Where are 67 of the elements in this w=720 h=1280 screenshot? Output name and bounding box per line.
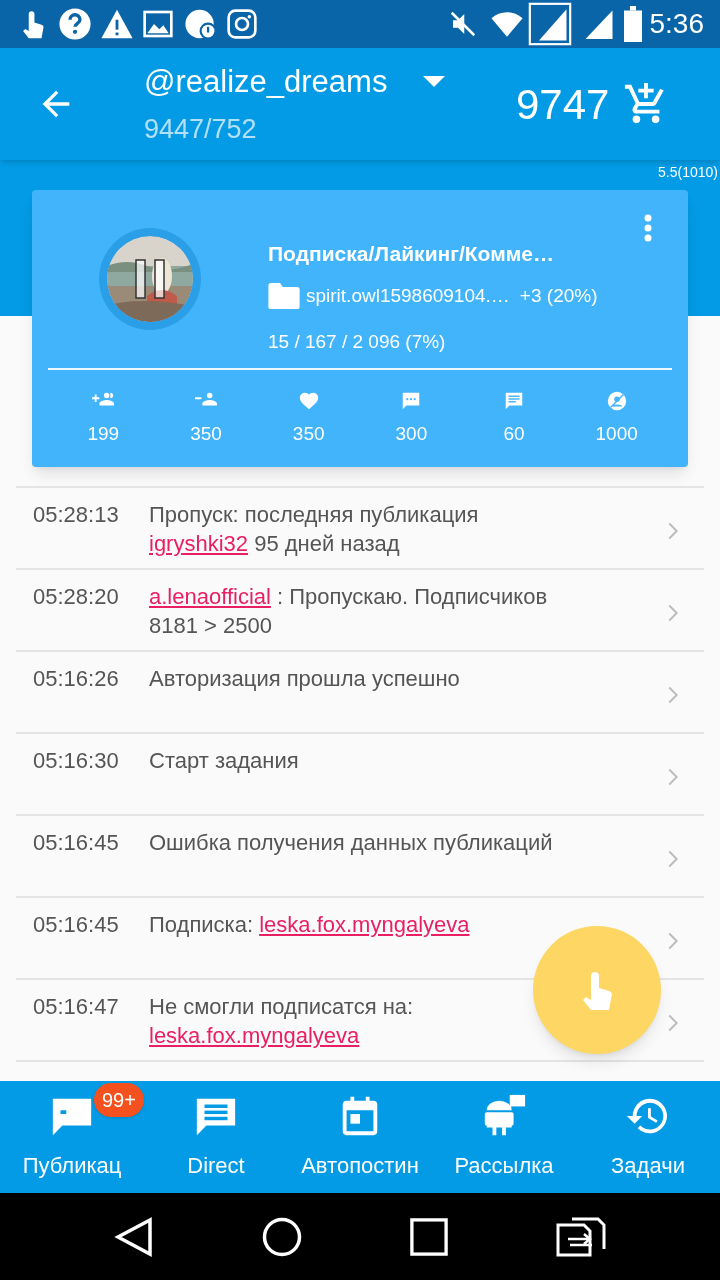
gain-label: +3 (20%) [519,283,598,308]
home-icon[interactable] [262,1216,302,1257]
stat-value: 350 [292,422,325,446]
log-time: 05:16:45 [33,829,120,857]
chevron-icon [668,522,678,540]
log-time: 05:28:13 [33,501,120,529]
log-row[interactable]: 05:16:26 Авторизация прошла успешно [16,650,704,732]
log-row[interactable]: 05:16:30 Старт задания [16,732,704,814]
dropdown-icon[interactable] [423,76,446,88]
task-title: Подписка/Лайкинг/Комме… [268,241,555,267]
log-message: Старт задания [149,747,300,775]
version-label: 5.5(1010) [658,163,718,182]
log-message: Подписка: leska.fox.myngalyeva [149,911,471,939]
help-icon [58,7,92,41]
chevron-icon [668,850,678,868]
source-account: spirit.owl1598609104.… [306,283,510,308]
alert-badge-icon [184,7,218,41]
balance: 9747 [516,79,610,130]
nav-tab[interactable]: Рассылка [432,1081,576,1193]
log-time: 05:28:20 [33,583,120,611]
switch-icon[interactable] [556,1216,606,1257]
camera-icon [226,8,258,40]
log-row[interactable]: 05:28:20 a.lenaofficial : Пропускаю. Подписчиков 8181 > 2500 [16,568,704,650]
more-icon[interactable] [644,214,652,242]
log-time: 05:16:30 [33,747,120,775]
log-message: a.lenaofficial : Пропускаю. Подписчиков 8181 > 2500 [149,583,549,640]
account-name[interactable]: @realize_dreams [144,58,388,105]
nav-tab[interactable]: Публикац 99+ [0,1081,144,1193]
log-time: 05:16:47 [33,993,120,1021]
task-card[interactable]: Подписка/Лайкинг/Комме… spirit.owl1598609104.… +3 (20%) 15 / 167 / 2 096 (7%) 199 350 350 300 60 1000 [32,190,688,467]
notification-badge: 99+ [94,1083,144,1117]
log-message: Пропуск: последняя публикация igryshki32 95 дней назад [149,501,480,558]
user-link[interactable]: leska.fox.myngalyeva [149,1023,360,1048]
log-message: Ошибка получения данных публикаций [149,829,554,857]
stat-value: 199 [87,422,120,446]
person-blocked-icon [605,390,628,412]
signal-icon [527,2,572,46]
heart-icon [297,390,320,412]
account-counts: 9447/752 [144,113,258,146]
log-row[interactable]: 05:16:45 Ошибка получения данных публикаций [16,814,704,896]
stat-value: 350 [190,422,222,446]
chevron-icon [668,686,678,704]
status-time: 5:36 [649,7,704,41]
user-link[interactable]: a.lenaofficial [149,584,271,609]
log-message: Авторизация прошла успешно [149,665,461,693]
user-link[interactable]: leska.fox.myngalyeva [259,912,470,937]
pause-icon[interactable] [135,259,165,299]
nav-tab[interactable]: Direct [144,1081,288,1193]
image-icon [142,8,174,40]
folder-icon [268,282,300,309]
progress-label: 15 / 167 / 2 096 (7%) [268,330,447,354]
chevron-icon [668,1014,678,1032]
stat-value: 60 [503,422,525,446]
log-time: 05:16:26 [33,665,120,693]
chevron-icon [668,932,678,950]
recents-icon[interactable] [410,1217,448,1256]
stat-value: 300 [395,422,428,446]
user-link[interactable]: igryshki32 [149,531,249,556]
stat-value: 1000 [595,422,638,446]
chevron-icon [668,604,678,622]
back-icon[interactable] [114,1216,154,1257]
log-time: 05:16:45 [33,911,120,939]
log-row[interactable]: 05:28:13 Пропуск: последняя публикация igryshki32 95 дней назад [16,486,704,568]
battery-icon [623,6,642,42]
chevron-icon [668,768,678,786]
nav-tab[interactable]: Задачи [576,1081,720,1193]
nav-tab[interactable]: Автопостин [288,1081,432,1193]
